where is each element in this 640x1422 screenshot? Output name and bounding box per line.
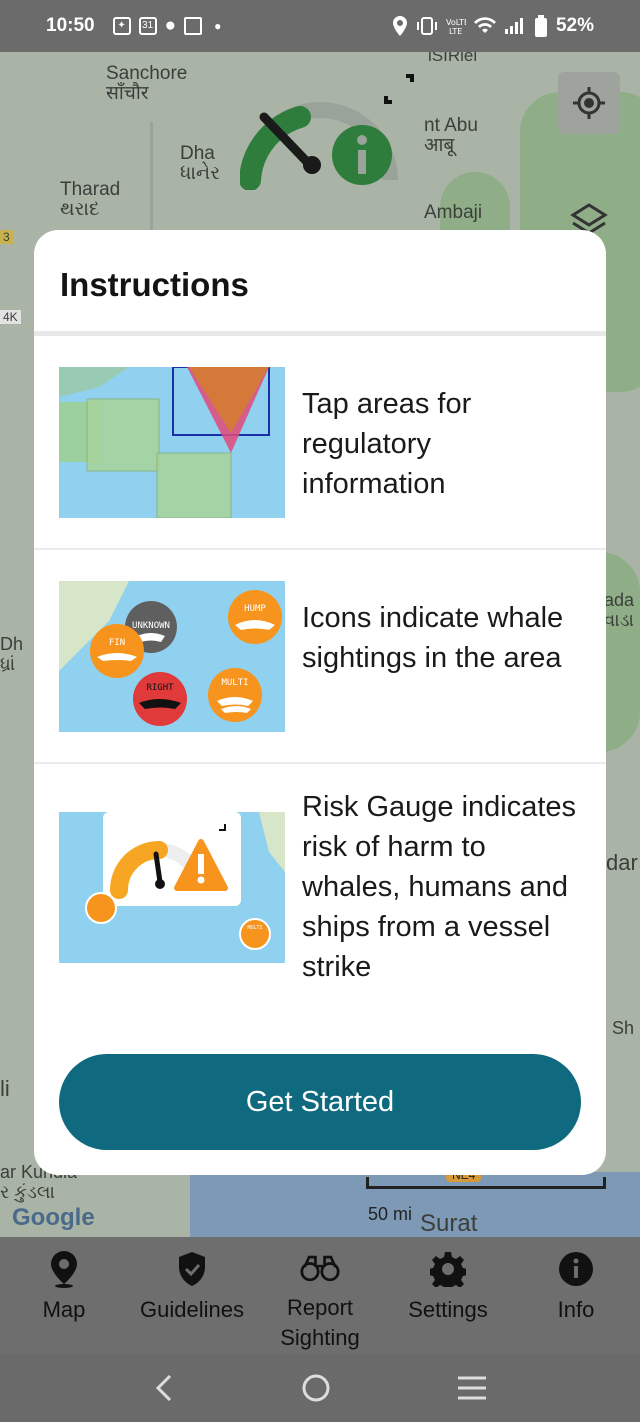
status-time: 10:50 <box>46 15 95 36</box>
whale-label-right: RIGHT <box>146 683 174 693</box>
map-pin-icon <box>44 1249 84 1289</box>
status-bar: 10:50 ✦ 31 ● ● VoLTELTE 52% <box>0 0 640 52</box>
bottom-navigation: Map Guidelines Report Sighting Settings … <box>0 1237 640 1353</box>
system-navigation-bar <box>0 1353 640 1422</box>
map-label: li <box>0 1076 10 1101</box>
status-right: VoLTELTE 52% <box>392 15 594 37</box>
home-icon[interactable] <box>301 1373 331 1403</box>
nav-item-guidelines[interactable]: Guidelines <box>128 1237 256 1353</box>
google-logo: Google <box>12 1204 95 1231</box>
map-label: Surat <box>420 1210 478 1237</box>
volte-icon: VoLTELTE <box>446 18 466 35</box>
whale-label-multi-small: MULTI <box>247 925 262 931</box>
nav-label: Report Sighting <box>280 1295 360 1350</box>
battery-percent: 52% <box>555 15 594 36</box>
calendar-icon: 31 <box>138 17 157 35</box>
whale-label-multi: MULTI <box>221 678 248 688</box>
map-label: ada વાડા <box>604 590 635 630</box>
whale-icons-image: UNKNOWN FIN HUMP RIGHT MULTI <box>59 581 285 732</box>
nav-label: Guidelines <box>140 1297 244 1322</box>
signal-icon <box>504 18 523 34</box>
whale-icons-thumbnail: UNKNOWN FIN HUMP RIGHT MULTI <box>59 581 285 732</box>
whale-label-unknown: UNKNOWN <box>132 621 170 631</box>
map-label: Dh ધ્રાં <box>0 634 24 674</box>
map-label: Sanchore साँचौर <box>106 63 188 104</box>
regulatory-areas-thumbnail <box>59 367 285 518</box>
crosshair-icon <box>573 87 605 119</box>
risk-gauge-image: MULTI <box>59 812 285 963</box>
map-label: Ambaji <box>424 202 483 223</box>
nav-label: Info <box>557 1297 595 1322</box>
map-label: dar <box>606 850 638 875</box>
back-icon[interactable] <box>152 1373 176 1403</box>
map-scale-bar <box>366 1177 606 1189</box>
map-label: 3 <box>0 230 13 244</box>
battery-icon <box>534 15 547 37</box>
whale-label-hump: HUMP <box>244 604 266 614</box>
chat-icon: ● <box>164 15 177 36</box>
nav-label: Map <box>42 1297 86 1322</box>
gear-icon <box>428 1249 468 1289</box>
instruction-text: Risk Gauge indicates risk of harm to wha… <box>302 791 577 983</box>
recents-icon[interactable] <box>456 1375 488 1401</box>
svg-text:VoLTE: VoLTE <box>446 18 466 27</box>
risk-gauge-thumbnail: MULTI <box>59 812 285 963</box>
message-icon <box>184 17 203 35</box>
map-label: Dha ધાનેર <box>180 143 221 184</box>
map-road <box>150 122 153 242</box>
nav-label: Settings <box>408 1297 488 1322</box>
map-label: lSIRlel <box>428 52 478 65</box>
dot-icon: ● <box>214 19 222 33</box>
regulatory-areas-image <box>59 367 285 518</box>
nav-item-map[interactable]: Map <box>0 1237 128 1353</box>
map-label: 4K <box>0 310 21 324</box>
map-label: Tharad થરાદ <box>60 179 121 220</box>
binoculars-icon <box>300 1249 340 1287</box>
get-started-button[interactable]: Get Started <box>59 1054 581 1150</box>
vibrate-icon <box>416 17 437 35</box>
map-scale-label: 50 mi <box>368 1204 413 1224</box>
wifi-icon <box>473 17 496 33</box>
risk-gauge-logo[interactable] <box>240 95 400 190</box>
my-location-button[interactable] <box>558 72 620 134</box>
svg-text:LTE: LTE <box>449 27 462 35</box>
item-divider <box>34 548 606 550</box>
info-icon <box>556 1249 596 1289</box>
instruction-text: Tap areas for regulatory information <box>302 388 472 500</box>
shield-check-icon <box>172 1249 212 1289</box>
map-label: Sh <box>612 1018 635 1038</box>
expand-icon[interactable] <box>384 74 414 104</box>
dialog-title: Instructions <box>60 266 249 303</box>
nav-item-info[interactable]: Info <box>512 1237 640 1353</box>
instructions-dialog: Instructions Tap areas for regulatory in… <box>34 230 606 1175</box>
item-divider <box>34 762 606 764</box>
title-divider <box>34 331 606 336</box>
app-notification-icon: ✦ <box>112 17 131 35</box>
instruction-text: Icons indicate whale sightings in the ar… <box>302 602 564 674</box>
map-label: nt Abu आबू <box>424 115 478 156</box>
location-icon <box>392 16 407 36</box>
whale-label-fin: FIN <box>109 638 125 648</box>
nav-item-report-sighting[interactable]: Report Sighting <box>256 1237 384 1353</box>
nav-item-settings[interactable]: Settings <box>384 1237 512 1353</box>
